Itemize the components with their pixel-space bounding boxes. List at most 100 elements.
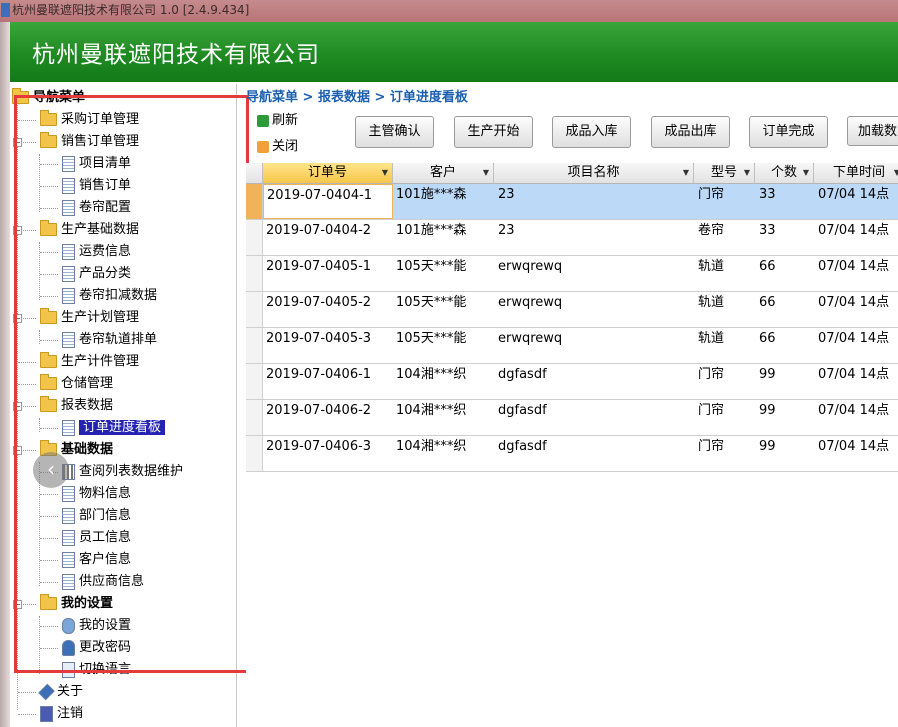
order-complete-button[interactable]: 订单完成 [749,116,828,148]
row-marker[interactable] [246,256,263,291]
table-cell[interactable]: 101施***森 [396,220,466,255]
logout-icon [40,705,53,722]
tree-node-label: 注销 [57,706,84,721]
close-icon [257,140,269,153]
table-cell[interactable]: 66 [759,328,776,363]
tree-node[interactable]: 注销 [40,704,83,724]
table-cell[interactable]: 99 [759,436,776,471]
production-start-button[interactable]: 生产开始 [454,116,533,148]
column-header-order-no[interactable]: 订单号 ▼ [263,163,393,184]
column-header-quantity[interactable]: 个数 ▼ [755,163,814,184]
table-cell[interactable]: 105天***能 [396,292,466,327]
table-cell[interactable]: 07/04 14点 [818,328,889,363]
dropdown-arrow-icon: ▼ [743,168,750,177]
column-header-project[interactable]: 项目名称 ▼ [494,163,694,184]
load-data-button[interactable]: 加载数 [847,116,898,146]
table-cell[interactable]: 104湘***织 [396,436,466,471]
table-cell[interactable]: 99 [759,364,776,399]
row-marker[interactable] [246,364,263,399]
table-cell[interactable]: 轨道 [698,256,724,291]
column-header-order-time[interactable]: 下单时间 ▼ [814,163,898,184]
table-row[interactable]: 2019-07-0405-2 105天***能 erwqrewq 轨道 66 07/04 … [246,292,898,328]
table-cell[interactable]: 07/04 14点 [818,256,889,291]
app-icon [1,3,10,17]
table-cell[interactable]: 99 [759,400,776,435]
column-header-label: 项目名称 [567,165,620,180]
table-cell[interactable]: 07/04 14点 [818,292,889,327]
row-marker[interactable] [246,220,263,255]
table-cell[interactable]: erwqrewq [498,256,562,291]
table-row[interactable]: 2019-07-0406-1 104湘***织 dgfasdf 门帘 99 07/04 1… [246,364,898,400]
table-cell[interactable]: 101施***森 [396,184,466,219]
dropdown-arrow-icon: ▼ [381,168,388,177]
table-cell[interactable]: erwqrewq [498,328,562,363]
table-cell[interactable]: 33 [759,184,776,219]
refresh-button[interactable]: 刷新 [257,112,298,130]
column-header-label: 下单时间 [832,165,885,180]
table-cell[interactable]: 07/04 14点 [818,220,889,255]
table-cell[interactable]: 07/04 14点 [818,364,889,399]
table-cell[interactable]: 门帘 [698,364,724,399]
table-cell[interactable]: 07/04 14点 [818,400,889,435]
table-cell[interactable]: 2019-07-0405-1 [263,256,396,291]
refresh-label: 刷新 [272,113,299,128]
table-cell[interactable]: 104湘***织 [396,400,466,435]
supervisor-confirm-button[interactable]: 主管确认 [355,116,434,148]
table-cell[interactable]: 2019-07-0406-3 [263,436,396,471]
tree-connector [18,714,36,715]
table-cell[interactable]: dgfasdf [498,364,547,399]
table-cell[interactable]: 2019-07-0405-3 [263,328,396,363]
table-cell[interactable]: 轨道 [698,328,724,363]
table-cell[interactable]: 2019-07-0405-2 [263,292,396,327]
table-cell[interactable]: 2019-07-0406-1 [263,364,396,399]
window-title: 杭州曼联遮阳技术有限公司 1.0 [2.4.9.434] [12,3,250,17]
table-row[interactable]: 2019-07-0405-1 105天***能 erwqrewq 轨道 66 07/04 … [246,256,898,292]
table-cell[interactable]: 23 [498,184,515,219]
close-button[interactable]: 关闭 [257,138,298,156]
table-cell[interactable]: 66 [759,292,776,327]
table-cell[interactable]: 门帘 [698,184,724,219]
column-header-customer[interactable]: 客户 ▼ [393,163,494,184]
table-cell[interactable]: 轨道 [698,292,724,327]
table-cell[interactable]: 07/04 14点 [818,184,889,219]
table-cell[interactable]: 33 [759,220,776,255]
tree-node[interactable]: 关于 [38,682,84,702]
table-cell[interactable]: 104湘***织 [396,364,466,399]
table-row[interactable]: 2019-07-0404-1 101施***森 23 门帘 33 07/04 14点 [246,184,898,220]
column-header-label: 客户 [429,165,456,180]
column-header-label: 型号 [710,165,737,180]
dropdown-arrow-icon: ▼ [482,168,489,177]
table-cell[interactable]: 105天***能 [396,328,466,363]
table-cell[interactable]: 门帘 [698,436,724,471]
row-marker[interactable] [246,184,263,219]
table-cell[interactable]: erwqrewq [498,292,562,327]
table-cell[interactable]: dgfasdf [498,436,547,471]
collapse-panel-button[interactable]: ‹ [33,452,69,488]
row-marker[interactable] [246,400,263,435]
row-marker[interactable] [246,436,263,471]
table-row[interactable]: 2019-07-0405-3 105天***能 erwqrewq 轨道 66 07/04 … [246,328,898,364]
table-cell[interactable]: 2019-07-0404-2 [263,220,396,255]
left-window-edge [0,22,10,727]
row-marker[interactable] [246,292,263,327]
close-label: 关闭 [272,139,299,154]
table-row[interactable]: 2019-07-0404-2 101施***森 23 卷帘 33 07/04 14点 [246,220,898,256]
table-row[interactable]: 2019-07-0406-3 104湘***织 dgfasdf 门帘 99 07/04 1… [246,436,898,472]
table-cell[interactable]: 2019-07-0404-1 [263,184,393,219]
goods-out-button[interactable]: 成品出库 [651,116,730,148]
goods-in-button[interactable]: 成品入库 [552,116,631,148]
table-cell[interactable]: 23 [498,220,515,255]
refresh-icon [257,114,269,127]
column-header-model[interactable]: 型号 ▼ [694,163,755,184]
table-cell[interactable]: 卷帘 [698,220,724,255]
table-cell[interactable]: dgfasdf [498,400,547,435]
table-row[interactable]: 2019-07-0406-2 104湘***织 dgfasdf 门帘 99 07/04 1… [246,400,898,436]
table-cell[interactable]: 2019-07-0406-2 [263,400,396,435]
table-cell[interactable]: 07/04 14点 [818,436,889,471]
table-cell[interactable]: 105天***能 [396,256,466,291]
table-cell[interactable]: 门帘 [698,400,724,435]
table-cell[interactable]: 66 [759,256,776,291]
breadcrumb: 导航菜单 > 报表数据 > 订单进度看板 [246,90,468,105]
row-marker[interactable] [246,328,263,363]
tree-node-label: 关于 [57,684,84,699]
